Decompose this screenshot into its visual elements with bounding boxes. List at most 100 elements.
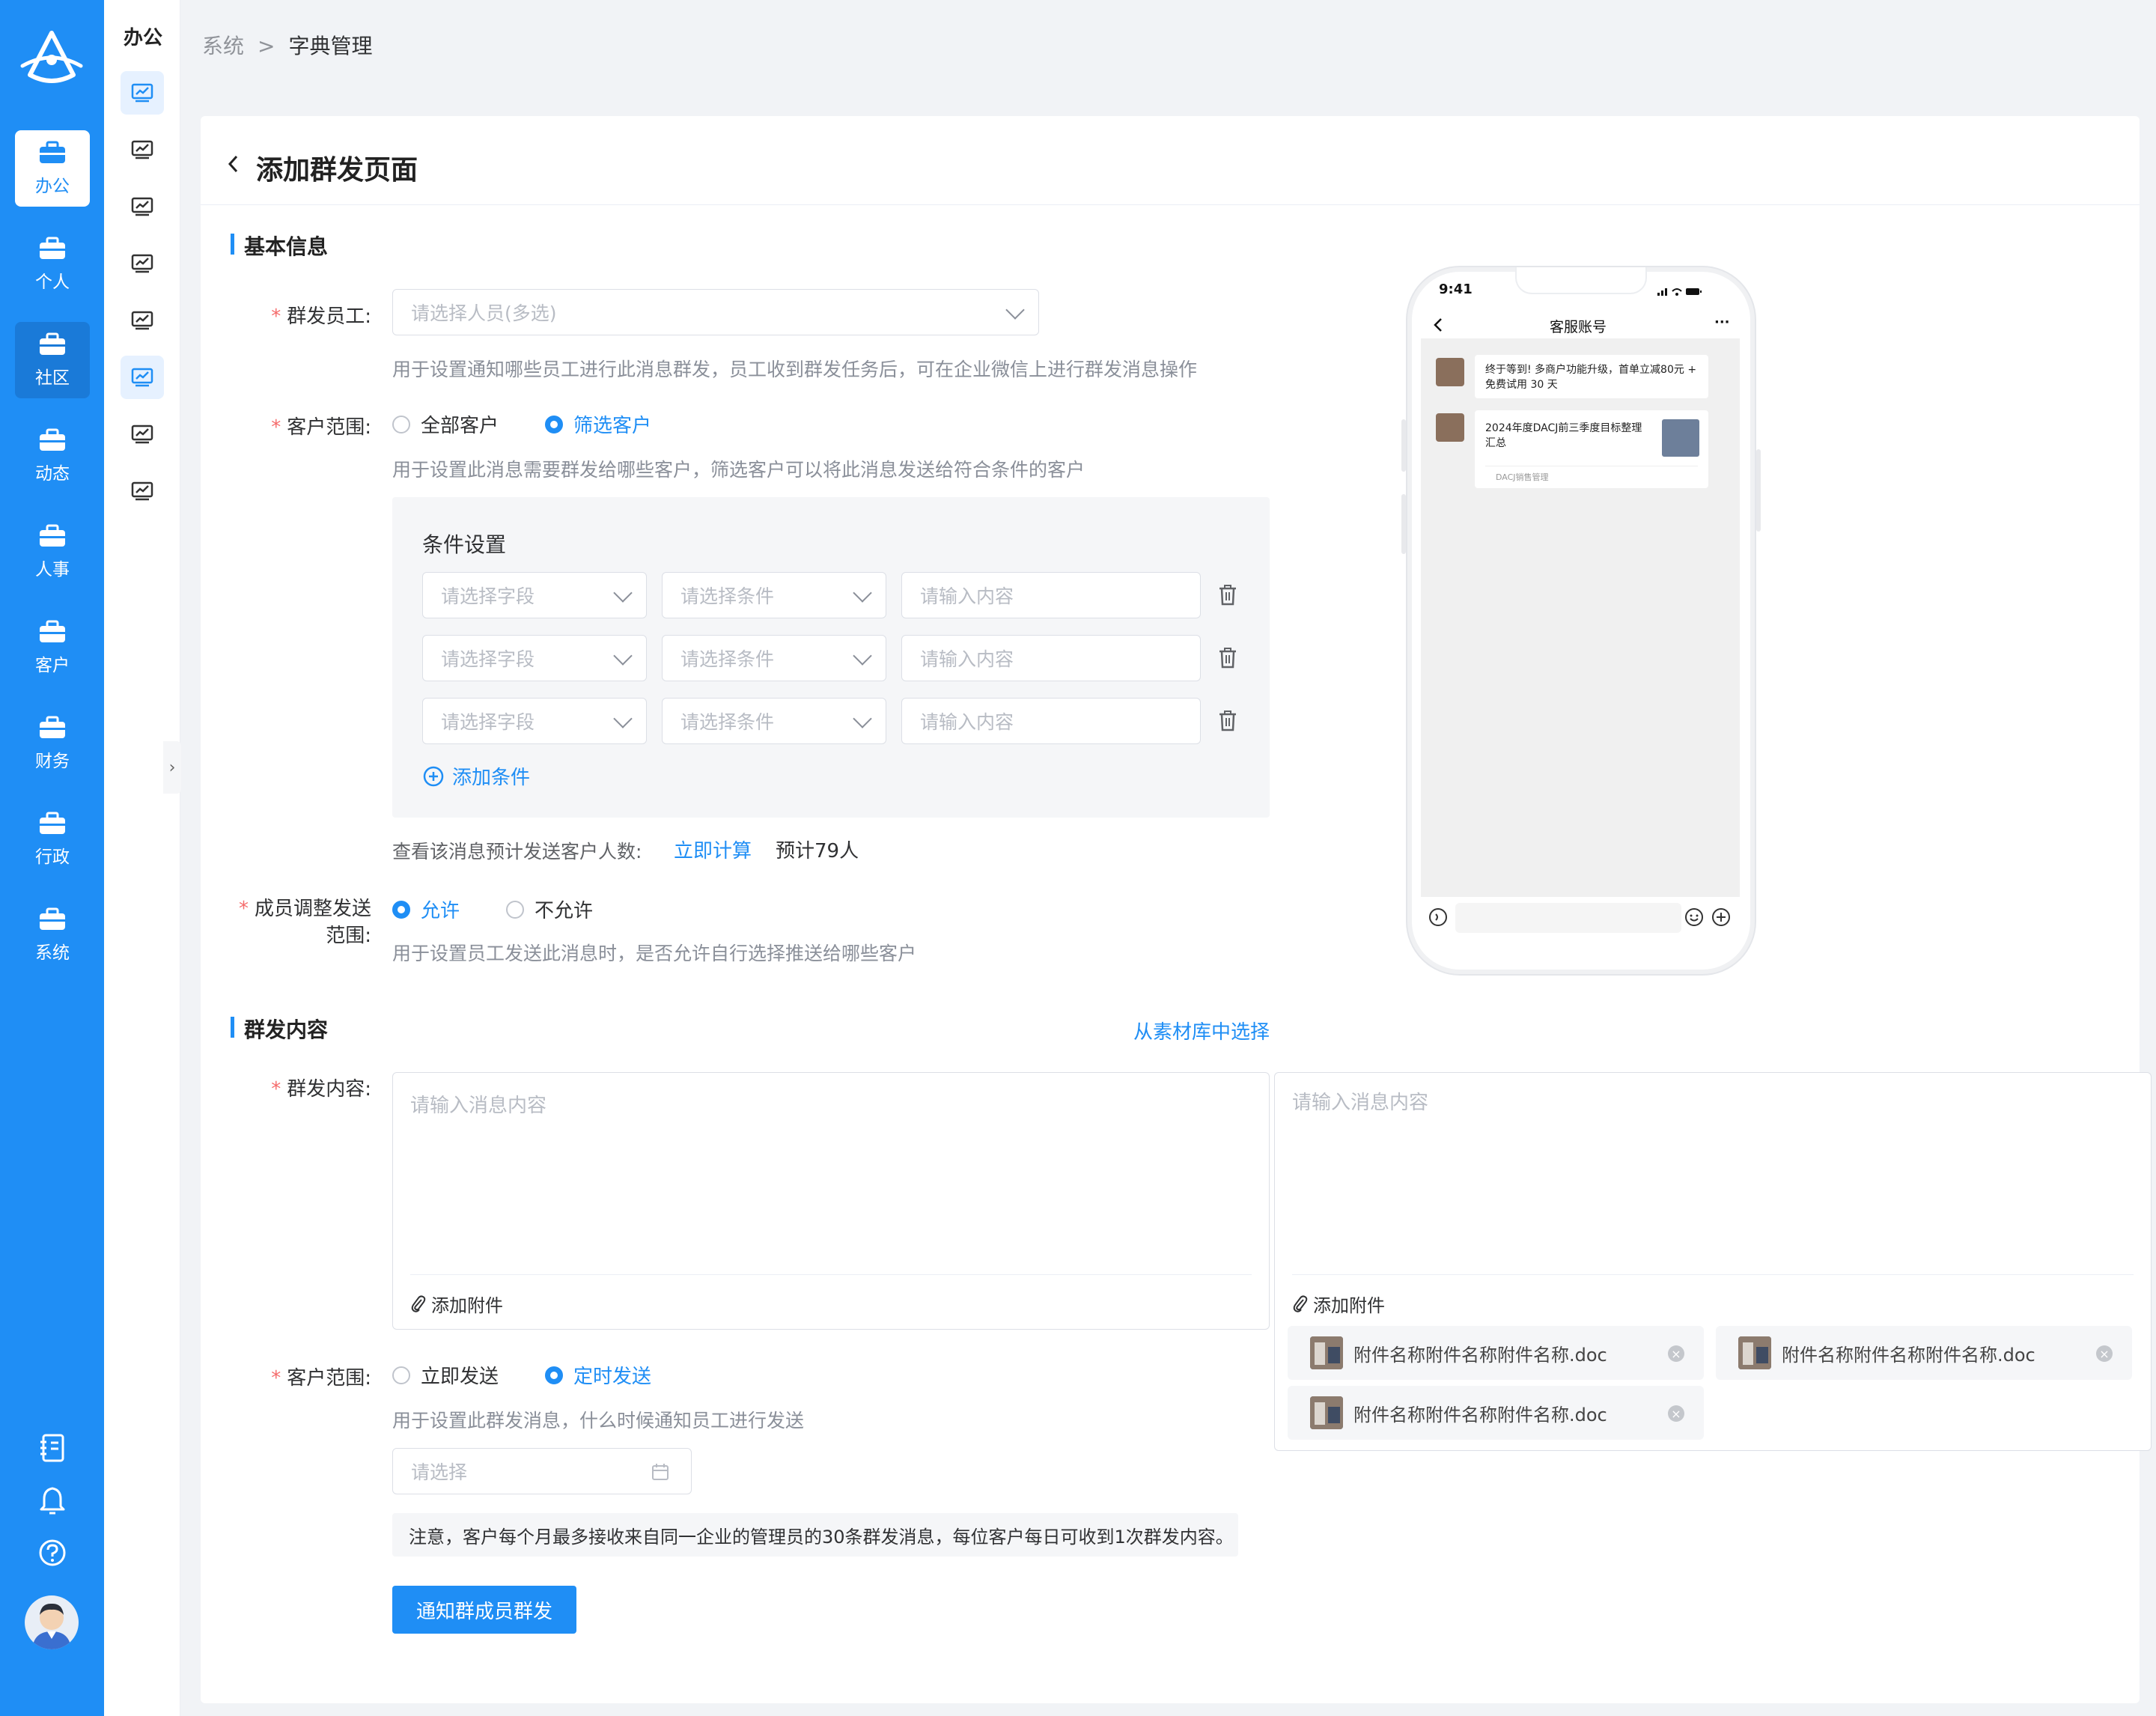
user-avatar[interactable] <box>25 1595 79 1649</box>
cond-operator-select[interactable]: 请选择条件 <box>662 572 886 618</box>
briefcase-icon <box>40 620 65 642</box>
cond-field-select[interactable]: 请选择字段 <box>422 635 647 681</box>
sender-avatar <box>1436 413 1464 442</box>
add-condition-button[interactable]: 添加条件 <box>422 762 530 790</box>
nav-item-label: 行政 <box>35 848 70 867</box>
trash-icon[interactable] <box>1217 710 1238 732</box>
attachment-item[interactable]: 附件名称附件名称附件名称.doc × <box>1288 1386 1704 1440</box>
chart-icon <box>131 368 153 387</box>
file-thumbnail <box>1738 1336 1771 1369</box>
trash-icon[interactable] <box>1217 647 1238 669</box>
nav-item-community[interactable]: 社区 <box>15 322 90 398</box>
nav-item-hr[interactable]: 人事 <box>15 514 90 590</box>
cond-value-input[interactable]: 请输入内容 <box>901 698 1201 744</box>
back-arrow-icon[interactable] <box>1433 317 1443 332</box>
subnav-item-4[interactable] <box>121 242 164 285</box>
help-icon[interactable] <box>36 1536 69 1569</box>
disallow-radio[interactable]: 不允许 <box>506 895 593 923</box>
scope-all-radio[interactable]: 全部客户 <box>392 410 499 438</box>
bell-icon[interactable] <box>36 1484 69 1517</box>
nav-item-label: 客户 <box>35 656 70 675</box>
subnav-item-5[interactable] <box>121 299 164 342</box>
briefcase-icon <box>40 237 65 259</box>
phone-side-button <box>1756 449 1761 532</box>
back-arrow-icon[interactable] <box>226 153 241 174</box>
nav-item-finance[interactable]: 财务 <box>15 705 90 782</box>
collapse-sidebar-button[interactable]: › <box>163 741 181 794</box>
send-scope-label: * 客户范围: <box>271 1367 371 1390</box>
paperclip-icon <box>1293 1294 1308 1312</box>
cond-operator-select[interactable]: 请选择条件 <box>662 635 886 681</box>
send-now-radio[interactable]: 立即发送 <box>392 1361 499 1389</box>
staff-label: * 群发员工: <box>271 305 371 328</box>
subnav-item-3[interactable] <box>121 185 164 228</box>
phone-side-button <box>1401 494 1406 554</box>
nav-item-customer[interactable]: 客户 <box>15 609 90 686</box>
chart-icon <box>131 140 153 159</box>
nav-item-admin[interactable]: 行政 <box>15 801 90 877</box>
chart-icon <box>131 311 153 330</box>
nav-item-label: 个人 <box>35 273 70 292</box>
chat-message: 终于等到! 多商户功能升级，首单立减80元 + 免费试用 30 天 <box>1475 355 1708 398</box>
subnav-item-2[interactable] <box>121 128 164 171</box>
nav-item-dynamic[interactable]: 动态 <box>15 418 90 494</box>
close-icon[interactable]: × <box>1668 1345 1684 1362</box>
cond-field-select[interactable]: 请选择字段 <box>422 698 647 744</box>
add-attachment-button[interactable]: 添加附件 <box>410 1291 503 1317</box>
breadcrumb-root[interactable]: 系统 <box>202 34 244 58</box>
nav-item-system[interactable]: 系统 <box>15 897 90 973</box>
plus-circle-icon[interactable] <box>1711 907 1731 927</box>
card-title: 2024年度DACJ前三季度目标整理汇总 <box>1485 422 1642 449</box>
phone-side-button <box>1401 419 1406 472</box>
cond-operator-select[interactable]: 请选择条件 <box>662 698 886 744</box>
chart-icon <box>131 83 153 103</box>
chart-icon <box>131 197 153 216</box>
breadcrumb: 系统 > 字典管理 <box>202 30 373 60</box>
subnav-item-6[interactable] <box>121 356 164 399</box>
select-from-library-link[interactable]: 从素材库中选择 <box>1133 1017 1270 1044</box>
briefcase-icon <box>40 907 65 930</box>
subnav-item-7[interactable] <box>121 413 164 456</box>
app-logo <box>20 31 83 83</box>
cond-value-input[interactable]: 请输入内容 <box>901 635 1201 681</box>
chevron-down-icon <box>853 709 872 728</box>
staff-select[interactable]: 请选择人员(多选) <box>392 289 1039 335</box>
subnav-item-8[interactable] <box>121 469 164 513</box>
nav-item-label: 办公 <box>35 177 70 196</box>
textarea-divider <box>1292 1274 2134 1275</box>
attachment-name: 附件名称附件名称附件名称.doc <box>1353 1344 1607 1366</box>
attachment-item[interactable]: 附件名称附件名称附件名称.doc × <box>1716 1326 2132 1380</box>
subnav-item-1[interactable] <box>121 71 164 115</box>
attachment-item[interactable]: 附件名称附件名称附件名称.doc × <box>1288 1326 1704 1380</box>
add-attachment-button[interactable]: 添加附件 <box>1292 1291 1385 1317</box>
cond-field-select[interactable]: 请选择字段 <box>422 572 647 618</box>
send-timed-radio[interactable]: 定时发送 <box>545 1361 651 1389</box>
title-divider <box>201 204 2140 205</box>
scope-hint: 用于设置此消息需要群发给哪些客户，筛选客户可以将此消息发送给符合条件的客户 <box>392 459 1085 481</box>
phone-chat-title: 客服账号 <box>1550 319 1607 335</box>
allow-radio[interactable]: 允许 <box>392 895 460 923</box>
condition-title: 条件设置 <box>422 532 507 557</box>
briefcase-icon <box>40 428 65 451</box>
voice-icon[interactable] <box>1428 907 1448 927</box>
close-icon[interactable]: × <box>1668 1405 1684 1422</box>
notebook-icon[interactable] <box>36 1431 69 1464</box>
trash-icon[interactable] <box>1217 584 1238 606</box>
chart-icon <box>131 254 153 273</box>
date-picker[interactable]: 请选择 <box>392 1448 692 1494</box>
phone-message-input[interactable] <box>1455 903 1681 933</box>
nav-item-personal[interactable]: 个人 <box>15 226 90 302</box>
chat-card-message: 2024年度DACJ前三季度目标整理汇总 DACJ销售管理 <box>1475 410 1708 488</box>
send-hint: 用于设置此群发消息，什么时候通知员工进行发送 <box>392 1410 805 1431</box>
notify-members-button[interactable]: 通知群成员群发 <box>392 1586 576 1634</box>
calculate-now-link[interactable]: 立即计算 <box>674 836 752 863</box>
scope-filter-radio[interactable]: 筛选客户 <box>545 410 651 438</box>
nav-item-office[interactable]: 办公 <box>15 130 90 207</box>
more-icon[interactable]: ··· <box>1714 314 1730 330</box>
attachment-name: 附件名称附件名称附件名称.doc <box>1353 1404 1607 1426</box>
subnav-title: 办公 <box>124 27 163 49</box>
briefcase-icon <box>40 716 65 738</box>
close-icon[interactable]: × <box>2096 1345 2113 1362</box>
cond-value-input[interactable]: 请输入内容 <box>901 572 1201 618</box>
emoji-icon[interactable] <box>1684 907 1704 927</box>
